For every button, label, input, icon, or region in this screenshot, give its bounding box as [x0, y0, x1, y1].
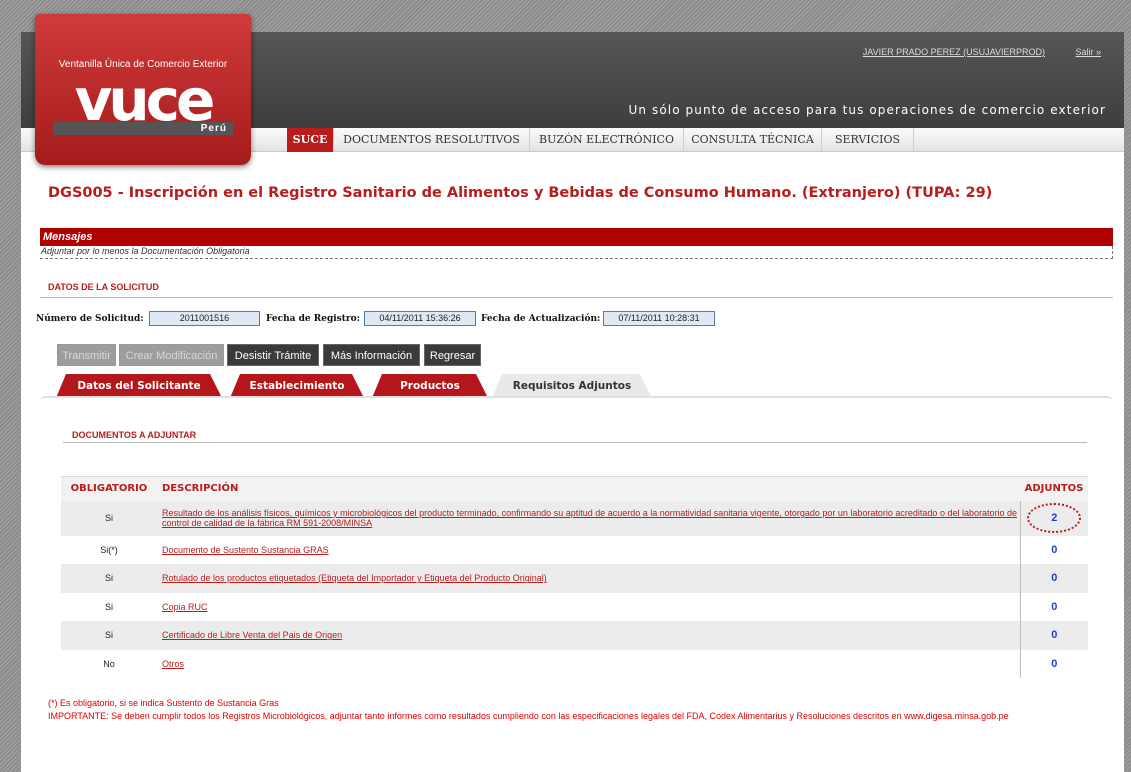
adjuntos-count-link[interactable]: 0	[1019, 564, 1088, 593]
footnote-importante: IMPORTANTE: Se deben cumplir todos los R…	[48, 711, 1009, 721]
mas-informacion-button[interactable]: Más Información	[323, 344, 420, 366]
document-link[interactable]: Copia RUC	[162, 602, 208, 612]
obligatorio-cell: Si	[61, 564, 157, 593]
obligatorio-cell: Si(*)	[100, 544, 118, 555]
descripcion-cell: Documento de Sustento Sustancia GRAS	[157, 536, 1020, 565]
user-link[interactable]: JAVIER PRADO PEREZ (USUJAVIERPROD)	[863, 47, 1045, 57]
tab-productos[interactable]: Productos	[372, 374, 488, 398]
document-link[interactable]: Otros	[162, 659, 184, 669]
document-link[interactable]: Resultado de los análisis físicos, quími…	[162, 508, 1017, 528]
logout-link[interactable]: Salir »	[1075, 47, 1101, 57]
section-divider	[63, 442, 1087, 443]
documents-table: OBLIGATORIO DESCRIPCIÓN ADJUNTOS Si Resu…	[61, 476, 1088, 678]
descripcion-cell: Copia RUC	[157, 593, 1020, 622]
messages-header: Mensajes	[40, 228, 1113, 246]
fecha-actualizacion-field: 07/11/2011 10:28:31	[603, 311, 715, 326]
table-row: No Otros 0	[61, 649, 1088, 679]
numero-solicitud-label: Número de Solicitud:	[36, 314, 144, 324]
tab-datos-solicitante[interactable]: Datos del Solicitante	[56, 374, 222, 398]
messages-text: Adjuntar por lo menos la Documentación O…	[40, 246, 1113, 259]
section-title-solicitud: DATOS DE LA SOLICITUD	[48, 282, 159, 292]
regresar-button[interactable]: Regresar	[424, 344, 481, 366]
descripcion-cell: Rotulado de los productos etiquetados (E…	[157, 564, 1020, 593]
fecha-registro-label: Fecha de Registro:	[266, 314, 360, 324]
nav-item-consulta-tecnica[interactable]: CONSULTA TÉCNICA	[684, 128, 822, 152]
document-link[interactable]: Rotulado de los productos etiquetados (E…	[162, 573, 547, 583]
fecha-registro-field: 04/11/2011 15:36:26	[364, 311, 476, 326]
column-header-adjuntos: ADJUNTOS	[1020, 476, 1088, 501]
fecha-actualizacion-label: Fecha de Actualización:	[481, 314, 601, 324]
descripcion-cell: Certificado de Libre Venta del Pais de O…	[157, 621, 1020, 650]
page-title: DGS005 - Inscripción en el Registro Sani…	[48, 185, 993, 201]
table-row: Si Certificado de Libre Venta del Pais d…	[61, 621, 1088, 650]
adjuntos-count-link[interactable]: 0	[1019, 621, 1088, 650]
desistir-tramite-button[interactable]: Desistir Trámite	[227, 344, 319, 366]
column-header-obligatorio: OBLIGATORIO	[61, 476, 157, 501]
obligatorio-cell: Si	[104, 601, 113, 612]
section-title-documentos: DOCUMENTOS A ADJUNTAR	[72, 430, 197, 440]
tab-establecimiento[interactable]: Establecimiento	[230, 374, 364, 398]
nav-item-buzon-electronico[interactable]: BUZÓN ELECTRÓNICO	[530, 128, 684, 152]
tab-requisitos-adjuntos[interactable]: Requisitos Adjuntos	[492, 374, 652, 398]
table-row: Si Resultado de los análisis físicos, qu…	[61, 500, 1088, 536]
section-divider	[40, 297, 1113, 298]
nav-item-suce[interactable]: SUCE	[287, 128, 334, 152]
adjuntos-cell: 2	[1019, 500, 1088, 536]
adjuntos-count-link[interactable]: 0	[1019, 592, 1088, 621]
table-row: Si Copia RUC 0	[61, 592, 1088, 622]
obligatorio-cell: Si	[61, 621, 157, 650]
adjuntos-count-link[interactable]: 0	[1019, 649, 1088, 678]
table-row: Si Rotulado de los productos etiquetados…	[61, 564, 1088, 593]
obligatorio-cell: Si	[61, 500, 157, 536]
footnote-gras: (*) Es obligatorio, si se indica Sustent…	[48, 698, 279, 708]
numero-solicitud-field: 2011001516	[149, 311, 260, 326]
nav-item-servicios[interactable]: SERVICIOS	[822, 128, 914, 152]
adjuntos-count-link[interactable]: 0	[1019, 535, 1088, 564]
crear-modificacion-button[interactable]: Crear Modificación	[119, 344, 224, 366]
document-link[interactable]: Certificado de Libre Venta del Pais de O…	[162, 630, 342, 640]
header-slogan: Un sólo punto de acceso para tus operaci…	[628, 103, 1106, 117]
descripcion-cell: Resultado de los análisis físicos, quími…	[157, 500, 1020, 536]
vuce-logo[interactable]: Ventanilla Única de Comercio Exterior vu…	[35, 14, 251, 165]
document-link[interactable]: Documento de Sustento Sustancia GRAS	[162, 545, 329, 555]
logo-country: Perú	[200, 123, 227, 134]
transmitir-button[interactable]: Transmitir	[57, 344, 116, 366]
table-row: Si(*) Documento de Sustento Sustancia GR…	[61, 535, 1088, 565]
nav-item-documentos-resolutivos[interactable]: DOCUMENTOS RESOLUTIVOS	[334, 128, 530, 152]
column-header-descripcion: DESCRIPCIÓN	[157, 476, 1020, 501]
logo-wordmark: vuce	[74, 66, 216, 134]
descripcion-cell: Otros	[157, 650, 1020, 679]
adjuntos-count-link[interactable]: 2	[1027, 503, 1082, 533]
obligatorio-cell: No	[103, 658, 115, 669]
